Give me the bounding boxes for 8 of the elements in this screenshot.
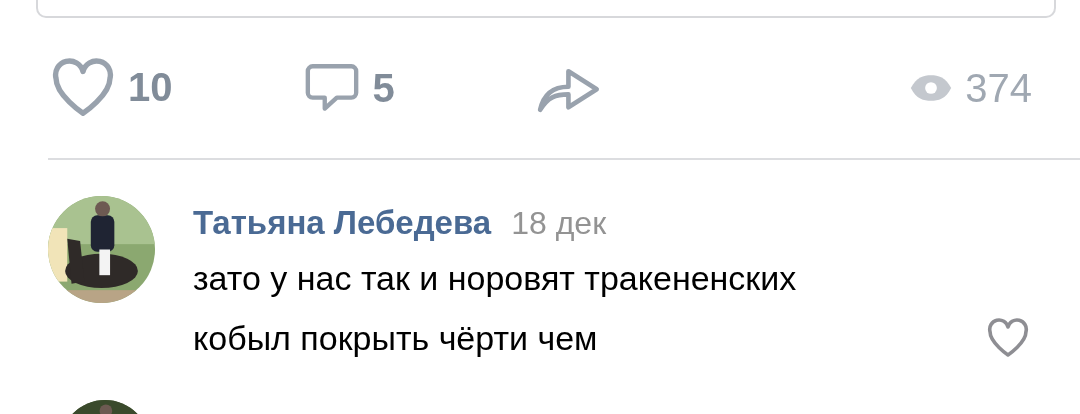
like-button[interactable] [986, 318, 1030, 358]
comment-text: зато у нас так и норовят тракененских кобыл покрыть чёрти чем [193, 258, 798, 359]
like-button[interactable]: 10 [50, 58, 173, 118]
eye-icon [909, 73, 954, 103]
author-name[interactable]: Татьяна Лебедева [193, 204, 492, 242]
view-count: 374 [965, 65, 1032, 111]
comment-date: 18 дек [511, 205, 607, 242]
comment-button[interactable]: 5 [302, 61, 395, 115]
